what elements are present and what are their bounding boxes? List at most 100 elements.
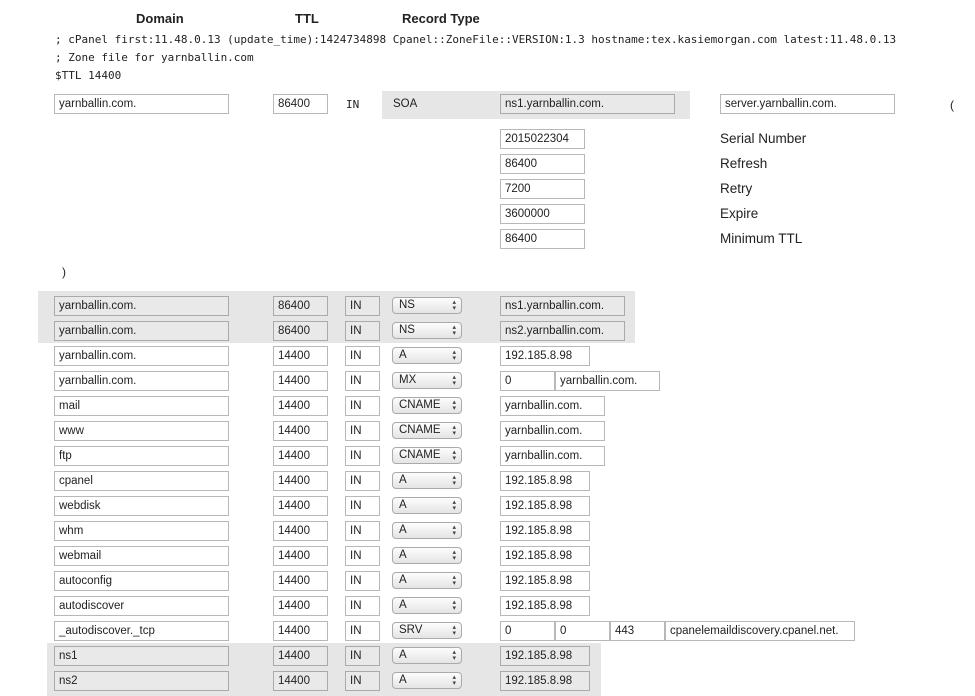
record-type-select[interactable]: MX ▴ ▾ <box>392 372 462 389</box>
record-class-input[interactable]: IN <box>345 371 380 391</box>
record-type-select[interactable]: A ▴ ▾ <box>392 647 462 664</box>
record-name-input[interactable]: webmail <box>54 546 229 566</box>
record-name-input[interactable]: yarnballin.com. <box>54 346 229 366</box>
record-ttl-input[interactable]: 14400 <box>273 446 328 466</box>
record-name-input[interactable]: _autodiscover._tcp <box>54 621 229 641</box>
record-type-select[interactable]: A ▴ ▾ <box>392 672 462 689</box>
record-name-input[interactable]: webdisk <box>54 496 229 516</box>
record-data-input: ns1.yarnballin.com. <box>500 296 625 316</box>
record-type-select[interactable]: A ▴ ▾ <box>392 472 462 489</box>
record-data-input[interactable]: yarnballin.com. <box>500 421 605 441</box>
record-name-input[interactable]: mail <box>54 396 229 416</box>
record-class-input[interactable]: IN <box>345 571 380 591</box>
record-name-input: yarnballin.com. <box>54 296 229 316</box>
record-ttl-input[interactable]: 14400 <box>273 621 328 641</box>
record-ttl-input[interactable]: 14400 <box>273 471 328 491</box>
soa-field-input[interactable]: 86400 <box>500 154 585 174</box>
record-ttl-input[interactable]: 14400 <box>273 421 328 441</box>
record-type-select[interactable]: A ▴ ▾ <box>392 597 462 614</box>
record-name-input[interactable]: whm <box>54 521 229 541</box>
ttl-directive: $TTL 14400 <box>55 69 122 82</box>
updown-arrow-icon: ▴ ▾ <box>452 298 456 312</box>
updown-arrow-icon: ▴ ▾ <box>452 348 456 362</box>
record-class-input[interactable]: IN <box>345 396 380 416</box>
record-ttl-input[interactable]: 14400 <box>273 596 328 616</box>
domain-column-header: Domain <box>136 11 184 26</box>
soa-field-input[interactable]: 86400 <box>500 229 585 249</box>
updown-arrow-icon: ▴ ▾ <box>452 648 456 662</box>
record-ttl-input[interactable]: 14400 <box>273 346 328 366</box>
record-class-input: IN <box>345 646 380 666</box>
record-data-input[interactable]: 192.185.8.98 <box>500 521 590 541</box>
record-class-input: IN <box>345 671 380 691</box>
record-data-input[interactable]: cpanelemaildiscovery.cpanel.net. <box>665 621 855 641</box>
record-type-select[interactable]: A ▴ ▾ <box>392 347 462 364</box>
record-class-input[interactable]: IN <box>345 596 380 616</box>
record-data-input[interactable]: 192.185.8.98 <box>500 571 590 591</box>
record-type-column-header: Record Type <box>402 11 480 26</box>
record-type-select[interactable]: A ▴ ▾ <box>392 572 462 589</box>
record-ttl-input[interactable]: 14400 <box>273 521 328 541</box>
record-data-input[interactable]: 192.185.8.98 <box>500 546 590 566</box>
record-type-value: CNAME <box>399 449 441 461</box>
record-ttl-input[interactable]: 14400 <box>273 496 328 516</box>
record-type-value: A <box>399 674 407 686</box>
soa-field-input[interactable]: 2015022304 <box>500 129 585 149</box>
record-data-input[interactable]: 0 <box>500 371 555 391</box>
record-type-select[interactable]: CNAME ▴ ▾ <box>392 447 462 464</box>
record-ttl-input: 14400 <box>273 646 328 666</box>
record-data-input[interactable]: 192.185.8.98 <box>500 596 590 616</box>
record-data-input[interactable]: yarnballin.com. <box>500 396 605 416</box>
record-type-select[interactable]: NS ▴ ▾ <box>392 297 462 314</box>
soa-field-label: Refresh <box>720 156 768 171</box>
updown-arrow-icon: ▴ ▾ <box>452 323 456 337</box>
updown-arrow-icon: ▴ ▾ <box>452 398 456 412</box>
record-type-select[interactable]: SRV ▴ ▾ <box>392 622 462 639</box>
record-class-input[interactable]: IN <box>345 421 380 441</box>
record-name-input[interactable]: yarnballin.com. <box>54 371 229 391</box>
record-data-input[interactable]: 192.185.8.98 <box>500 496 590 516</box>
record-name-input: ns1 <box>54 646 229 666</box>
soa-ttl-input[interactable]: 86400 <box>273 94 328 114</box>
record-type-select[interactable]: A ▴ ▾ <box>392 522 462 539</box>
record-name-input[interactable]: ftp <box>54 446 229 466</box>
record-class-input[interactable]: IN <box>345 546 380 566</box>
soa-admin-input[interactable]: server.yarnballin.com. <box>720 94 895 114</box>
record-type-select[interactable]: A ▴ ▾ <box>392 497 462 514</box>
soa-type-label: SOA <box>393 98 418 110</box>
record-data-input[interactable]: 0 <box>555 621 610 641</box>
record-data-input[interactable]: 192.185.8.98 <box>500 471 590 491</box>
record-type-select[interactable]: A ▴ ▾ <box>392 547 462 564</box>
record-class-input[interactable]: IN <box>345 521 380 541</box>
soa-field-input[interactable]: 3600000 <box>500 204 585 224</box>
record-ttl-input[interactable]: 14400 <box>273 571 328 591</box>
record-name-input[interactable]: autoconfig <box>54 571 229 591</box>
record-type-value: MX <box>399 374 417 386</box>
record-type-select[interactable]: NS ▴ ▾ <box>392 322 462 339</box>
record-name-input[interactable]: www <box>54 421 229 441</box>
soa-field-label: Serial Number <box>720 131 807 146</box>
record-class-input[interactable]: IN <box>345 346 380 366</box>
record-ttl-input[interactable]: 14400 <box>273 371 328 391</box>
record-ttl-input[interactable]: 14400 <box>273 396 328 416</box>
record-name-input[interactable]: cpanel <box>54 471 229 491</box>
record-type-value: CNAME <box>399 399 441 411</box>
record-data-input[interactable]: 443 <box>610 621 665 641</box>
record-data-input[interactable]: yarnballin.com. <box>500 446 605 466</box>
record-class-input[interactable]: IN <box>345 496 380 516</box>
record-class-input[interactable]: IN <box>345 446 380 466</box>
soa-domain-input[interactable]: yarnballin.com. <box>54 94 229 114</box>
record-class-input[interactable]: IN <box>345 621 380 641</box>
record-data-input[interactable]: yarnballin.com. <box>555 371 660 391</box>
soa-field-input[interactable]: 7200 <box>500 179 585 199</box>
updown-arrow-icon: ▴ ▾ <box>452 573 456 587</box>
record-data-input[interactable]: 0 <box>500 621 555 641</box>
record-data-input: ns2.yarnballin.com. <box>500 321 625 341</box>
record-type-select[interactable]: CNAME ▴ ▾ <box>392 422 462 439</box>
record-data-input[interactable]: 192.185.8.98 <box>500 346 590 366</box>
record-ttl-input[interactable]: 14400 <box>273 546 328 566</box>
record-type-value: A <box>399 599 407 611</box>
record-type-select[interactable]: CNAME ▴ ▾ <box>392 397 462 414</box>
record-name-input[interactable]: autodiscover <box>54 596 229 616</box>
record-class-input[interactable]: IN <box>345 471 380 491</box>
